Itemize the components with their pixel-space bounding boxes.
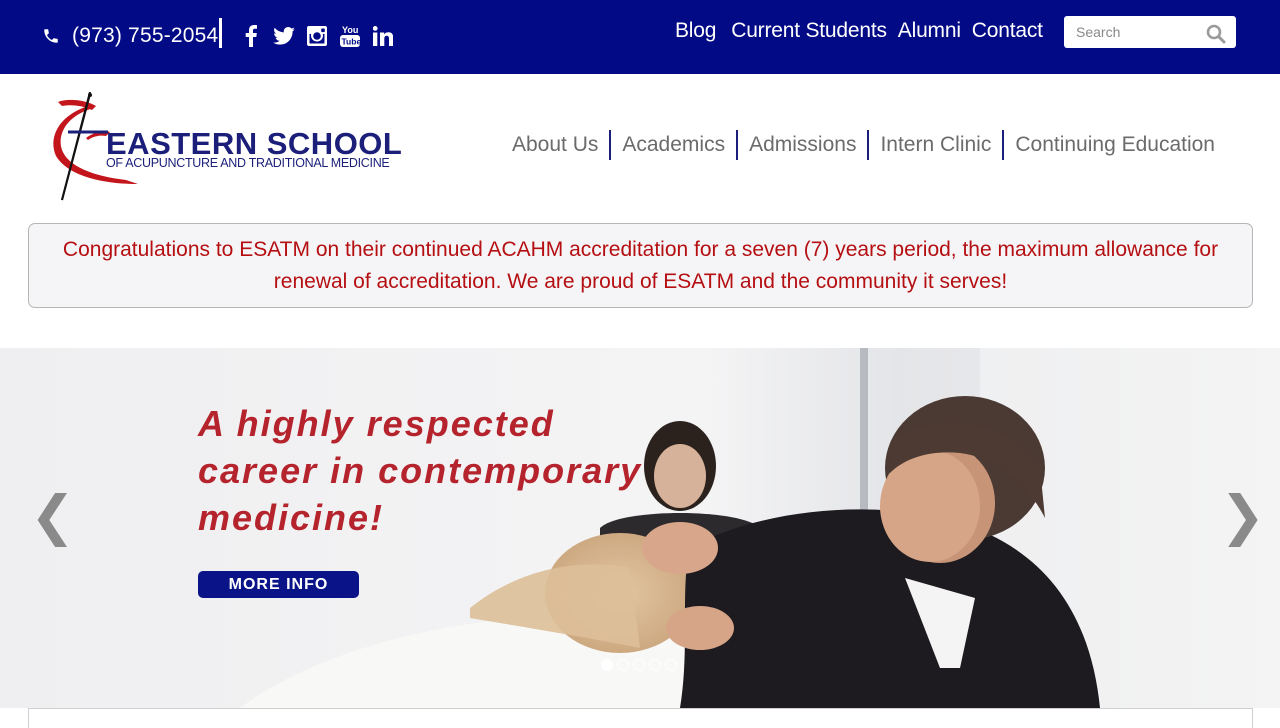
nav-about-us[interactable]: About Us <box>501 130 609 160</box>
slider-dot-3[interactable] <box>633 659 645 671</box>
accreditation-notice: Congratulations to ESATM on their contin… <box>28 223 1253 308</box>
slider-next-arrow[interactable]: ❯ <box>1220 486 1265 546</box>
search-input[interactable] <box>1064 16 1194 48</box>
nav-continuing-education[interactable]: Continuing Education <box>1002 130 1226 160</box>
twitter-icon[interactable] <box>267 22 300 50</box>
linkedin-icon[interactable] <box>366 22 399 50</box>
nav-intern-clinic[interactable]: Intern Clinic <box>867 130 1002 160</box>
top-link-blog[interactable]: Blog <box>675 19 716 43</box>
logo-subtitle: OF ACUPUNCTURE AND TRADITIONAL MEDICINE <box>106 156 390 170</box>
hero-slider: A highly respected career in contemporar… <box>0 348 1280 708</box>
slider-dot-1[interactable] <box>601 659 613 671</box>
slider-dot-5[interactable] <box>665 659 677 671</box>
top-bar: (973) 755-2054 You Tube Blog Current Stud… <box>0 0 1280 74</box>
youtube-icon[interactable]: You Tube <box>333 22 366 50</box>
top-links: Blog Current Students Alumni Contact <box>675 16 1054 46</box>
top-link-contact[interactable]: Contact <box>972 19 1043 43</box>
search-icon[interactable] <box>1206 24 1226 44</box>
school-logo[interactable]: EASTERN SCHOOL OF ACUPUNCTURE AND TRADIT… <box>48 92 420 202</box>
phone-icon <box>44 29 58 43</box>
headline-line-2: career in contemporary <box>198 450 643 491</box>
topbar-divider <box>219 18 222 48</box>
nav-academics[interactable]: Academics <box>609 130 736 160</box>
social-links: You Tube <box>234 22 399 50</box>
content-card-edge <box>28 708 1253 728</box>
main-nav: About Us Academics Admissions Intern Cli… <box>501 130 1226 160</box>
slider-dot-4[interactable] <box>649 659 661 671</box>
svg-text:Tube: Tube <box>341 37 360 47</box>
slider-dot-2[interactable] <box>617 659 629 671</box>
nav-admissions[interactable]: Admissions <box>736 130 867 160</box>
headline-line-3: medicine! <box>198 497 385 538</box>
top-link-alumni[interactable]: Alumni <box>898 19 961 43</box>
phone-number: (973) 755-2054 <box>72 24 219 47</box>
headline-line-1: A highly respected <box>198 403 555 444</box>
slider-prev-arrow[interactable]: ❮ <box>30 486 75 546</box>
slide-headline: A highly respected career in contemporar… <box>198 400 642 541</box>
notice-text: Congratulations to ESATM on their contin… <box>62 237 1219 293</box>
top-link-current-students[interactable]: Current Students <box>731 19 887 43</box>
search-box <box>1064 16 1236 48</box>
facebook-icon[interactable] <box>234 22 267 50</box>
phone-contact[interactable]: (973) 755-2054 <box>42 22 218 50</box>
slider-dots <box>601 659 677 671</box>
more-info-button[interactable]: MORE INFO <box>198 571 359 598</box>
svg-text:You: You <box>342 25 358 35</box>
instagram-icon[interactable] <box>300 22 333 50</box>
